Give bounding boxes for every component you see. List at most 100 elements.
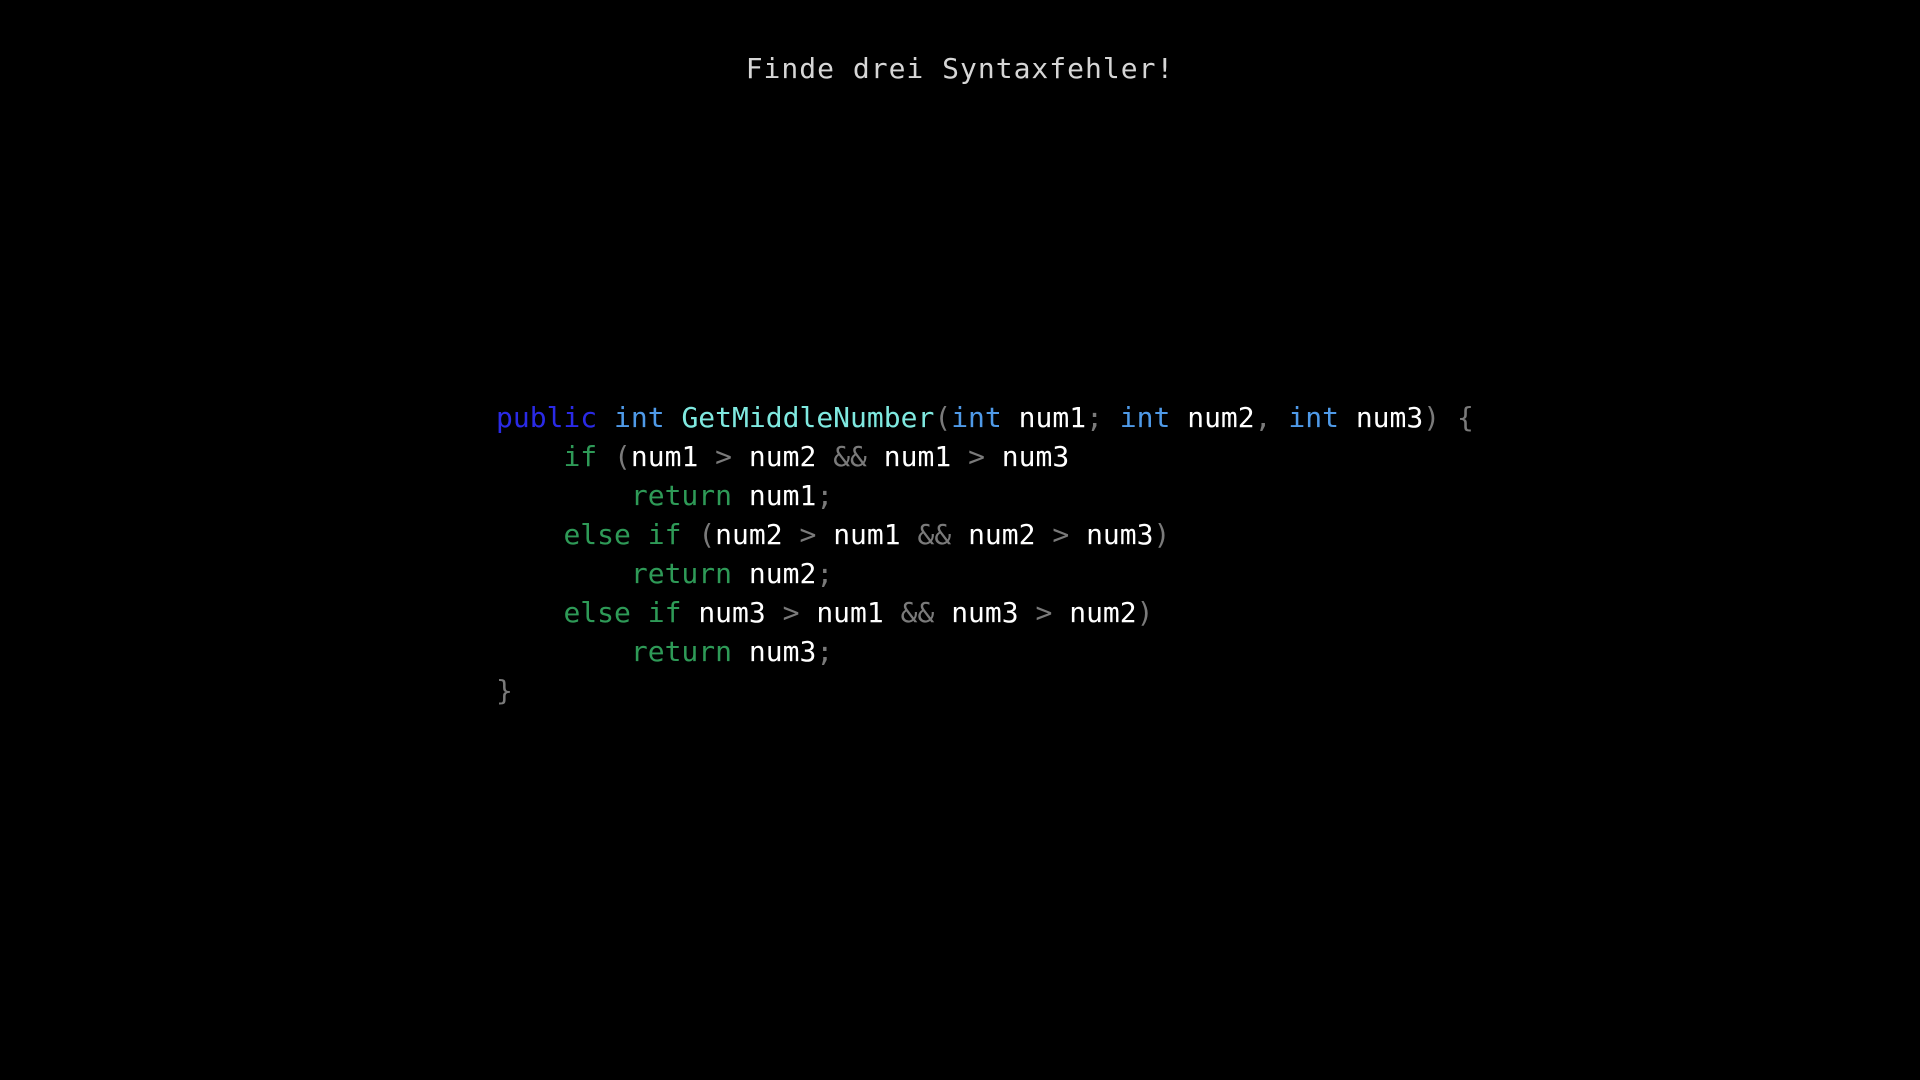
code-token-punctuation: ; — [816, 557, 834, 590]
code-line: else if (num2 > num1 && num2 > num3) — [496, 515, 1474, 554]
code-token-identifier: num1 — [630, 440, 699, 473]
code-line: public int GetMiddleNumber(int num1; int… — [496, 398, 1474, 437]
code-line: return num2; — [496, 554, 1474, 593]
code-token-identifier: num1 — [816, 596, 884, 629]
slide: { "title": "Finde drei Syntaxfehler!", "… — [0, 0, 1920, 1080]
code-token-type-keyword: int — [614, 401, 665, 434]
code-line: if (num1 > num2 && num1 > num3 — [496, 437, 1474, 476]
code-token-control-keyword: return — [630, 479, 733, 512]
code-token-punctuation: ; — [816, 479, 834, 512]
code-token-identifier: num2 — [968, 518, 1036, 551]
code-block: public int GetMiddleNumber(int num1; int… — [496, 398, 1474, 710]
code-token-punctuation: && — [900, 596, 935, 629]
code-token-method-name: GetMiddleNumber — [681, 401, 935, 434]
code-token-access-modifier: public — [496, 401, 598, 434]
code-token-control-keyword: if — [563, 440, 598, 473]
code-token-identifier: num3 — [951, 596, 1019, 629]
code-line: return num1; — [496, 476, 1474, 515]
code-token-identifier: num2 — [748, 440, 817, 473]
code-token-control-keyword: if — [647, 518, 682, 551]
code-token-identifier: num2 — [1069, 596, 1137, 629]
code-token-identifier: num1 — [748, 479, 817, 512]
code-token-control-keyword: else — [563, 596, 631, 629]
code-token-control-keyword: return — [630, 635, 733, 668]
code-token-identifier: num1 — [883, 440, 952, 473]
code-token-punctuation: } — [496, 674, 513, 707]
code-line: return num3; — [496, 632, 1474, 671]
code-token-identifier: num1 — [833, 518, 901, 551]
code-token-type-keyword: int — [951, 401, 1002, 434]
code-token-punctuation: > — [968, 440, 985, 473]
code-token-identifier: num2 — [748, 557, 817, 590]
code-line: else if num3 > num1 && num3 > num2) — [496, 593, 1474, 632]
code-token-punctuation: , — [1254, 401, 1272, 434]
code-token-punctuation: ( — [934, 401, 952, 434]
code-token-identifier: num3 — [748, 635, 817, 668]
code-token-type-keyword: int — [1119, 401, 1171, 434]
code-token-identifier: num2 — [1187, 401, 1255, 434]
code-token-punctuation: ; — [816, 635, 834, 668]
code-token-punctuation: > — [715, 440, 733, 473]
code-token-type-keyword: int — [1288, 401, 1339, 434]
code-line: } — [496, 671, 1474, 710]
code-token-identifier: num3 — [1001, 440, 1070, 473]
code-token-punctuation: ; — [1086, 401, 1103, 434]
code-token-punctuation: && — [917, 518, 952, 551]
code-token-punctuation: > — [1052, 518, 1070, 551]
code-token-punctuation: > — [782, 596, 800, 629]
code-token-identifier: num3 — [698, 596, 766, 629]
code-token-punctuation: { — [1456, 401, 1474, 434]
code-token-identifier: num3 — [1355, 401, 1424, 434]
code-token-punctuation: ) — [1423, 401, 1441, 434]
code-token-control-keyword: return — [630, 557, 733, 590]
code-token-punctuation: ( — [698, 518, 716, 551]
code-token-identifier: num2 — [715, 518, 783, 551]
code-token-punctuation: > — [1035, 596, 1053, 629]
code-token-punctuation: > — [799, 518, 817, 551]
code-token-punctuation: && — [833, 440, 867, 473]
code-token-punctuation: ) — [1153, 518, 1171, 551]
code-token-identifier: num3 — [1086, 518, 1154, 551]
code-token-punctuation: ( — [614, 440, 631, 473]
code-token-control-keyword: if — [647, 596, 682, 629]
code-token-control-keyword: else — [563, 518, 631, 551]
code-token-punctuation: ) — [1136, 596, 1154, 629]
code-token-identifier: num1 — [1018, 401, 1087, 434]
